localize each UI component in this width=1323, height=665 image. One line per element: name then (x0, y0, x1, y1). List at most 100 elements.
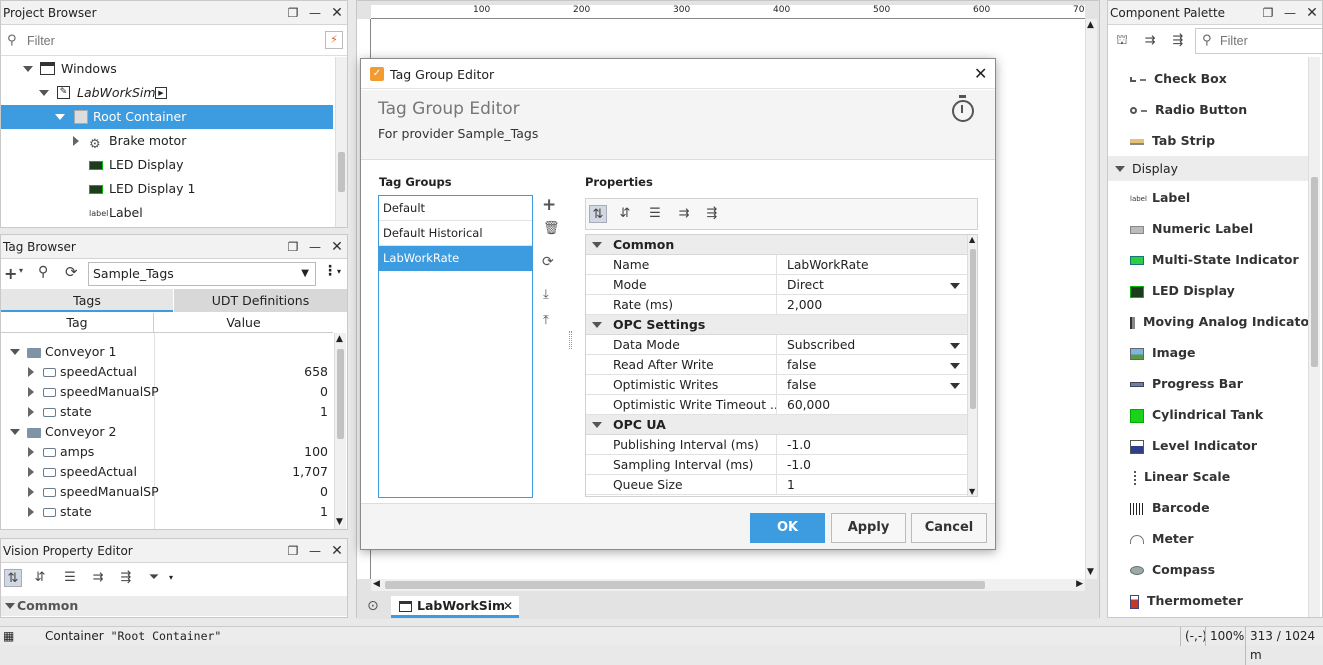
palette-item-thermometer[interactable]: Thermometer (1130, 585, 1243, 616)
scroll-down-icon[interactable]: ▼ (1087, 567, 1094, 577)
project-browser-scrollbar[interactable] (335, 57, 347, 227)
scroll-up-icon[interactable]: ▲ (969, 235, 975, 244)
close-tab-icon[interactable]: ✕ (503, 596, 513, 616)
scroll-right-icon[interactable]: ▶ (1076, 579, 1083, 589)
prop-value-select[interactable]: false (776, 355, 968, 375)
tag-row[interactable]: speedActual 1,707 (1, 462, 332, 482)
tag-group-item-selected[interactable]: LabWorkRate (379, 246, 532, 271)
scroll-thumb[interactable] (338, 152, 345, 192)
prop-publishing-interval[interactable]: Publishing Interval (ms) -1.0 (586, 435, 968, 455)
palette-item-moving-analog-indicator[interactable]: Moving Analog Indicator (1130, 306, 1315, 337)
tag-group-item[interactable]: Default (379, 196, 532, 221)
expand-arrow-icon[interactable] (28, 407, 34, 417)
locate-icon[interactable]: ⚡ (325, 31, 343, 49)
tag-row[interactable]: speedManualSP 0 (1, 482, 332, 502)
tag-row[interactable]: amps 100 (1, 442, 332, 462)
expand-arrow-icon[interactable] (592, 322, 602, 328)
expand-arrow-icon[interactable] (592, 242, 602, 248)
expand-arrow-icon[interactable] (28, 467, 34, 477)
delete-icon[interactable]: 🗑 (543, 221, 560, 236)
tree-item-labworksim[interactable]: ✎ LabWorkSim ▶ (1, 81, 333, 105)
palette-item-barcode[interactable]: Barcode (1130, 492, 1210, 523)
scroll-thumb[interactable] (385, 581, 985, 589)
tag-browser-scrollbar[interactable]: ▲ ▼ (334, 333, 346, 529)
expand-arrow-icon[interactable] (28, 447, 34, 457)
prop-optimistic-write-timeout[interactable]: Optimistic Write Timeout ... 60,000 (586, 395, 968, 415)
filter-input[interactable] (27, 30, 319, 52)
palette-category-display[interactable]: Display (1108, 156, 1308, 181)
palette-item-level-indicator[interactable]: Level Indicator (1130, 430, 1257, 461)
expand-all-icon[interactable]: ⇉ (675, 205, 693, 223)
scroll-left-icon[interactable]: ◀ (373, 579, 380, 589)
expand-arrow-icon[interactable] (28, 367, 34, 377)
scroll-thumb[interactable] (337, 349, 344, 439)
list-view-icon[interactable]: ☰ (61, 569, 79, 587)
tree-item-led-display-1[interactable]: LED Display 1 (1, 177, 333, 201)
palette-item-numeric-label[interactable]: Numeric Label (1130, 213, 1253, 244)
scroll-up-icon[interactable]: ▲ (336, 334, 343, 344)
prop-rate[interactable]: Rate (ms) 2,000 (586, 295, 968, 315)
tree-item-led-display[interactable]: LED Display (1, 153, 333, 177)
tag-row[interactable]: state 1 (1, 402, 332, 422)
prop-queue-size[interactable]: Queue Size 1 (586, 475, 968, 495)
palette-item-compass[interactable]: Compass (1130, 554, 1215, 585)
collapse-all-icon[interactable]: ⇶ (117, 569, 135, 587)
prop-value-select[interactable]: Subscribed (776, 335, 968, 355)
palette-item-linear-scale[interactable]: Linear Scale (1130, 461, 1230, 492)
chevron-down-icon[interactable]: ▾ (169, 573, 173, 582)
prop-read-after-write[interactable]: Read After Write false (586, 355, 968, 375)
sort-category-icon[interactable]: ⇅ (4, 569, 22, 587)
scroll-down-icon[interactable]: ▼ (969, 487, 975, 496)
search-icon[interactable]: ⚲ (38, 264, 48, 280)
prop-value[interactable]: -1.0 (776, 435, 968, 455)
tree-item-root-container[interactable]: Root Container (1, 105, 333, 129)
property-sheet-scrollbar[interactable]: ▲ ▼ (967, 235, 977, 496)
sort-alpha-icon[interactable]: ⇵ (31, 569, 49, 587)
scroll-thumb[interactable] (970, 249, 976, 409)
category-opc-ua[interactable]: OPC UA (586, 415, 968, 435)
expand-arrow-icon[interactable] (39, 90, 49, 96)
expand-all-icon[interactable]: ⇉ (89, 569, 107, 587)
import-icon[interactable]: ⤓ (543, 287, 549, 302)
sort-category-icon[interactable]: ⇅ (589, 205, 607, 223)
palette-item-radio-button[interactable]: Radio Button (1130, 94, 1247, 125)
palette-mode-icon[interactable]: ⛫ (1113, 32, 1131, 50)
palette-scrollbar[interactable] (1308, 57, 1320, 617)
expand-arrow-icon[interactable] (73, 136, 79, 146)
palette-item-led-display[interactable]: LED Display (1130, 275, 1235, 306)
ok-button[interactable]: OK (750, 513, 825, 543)
expand-arrow-icon[interactable] (1115, 166, 1125, 172)
expand-all-icon[interactable]: ⇉ (1141, 32, 1159, 50)
export-icon[interactable]: ⤒ (543, 313, 549, 328)
list-view-icon[interactable]: ☰ (646, 205, 664, 223)
palette-filter[interactable]: ⚲ (1195, 28, 1322, 54)
refresh-icon[interactable]: ⟳ (65, 263, 78, 281)
canvas-vertical-scrollbar[interactable]: ▲ ▼ (1085, 19, 1097, 579)
float-icon[interactable]: ❐ (1262, 6, 1274, 20)
palette-filter-input[interactable] (1220, 32, 1320, 50)
prop-optimistic-writes[interactable]: Optimistic Writes false (586, 375, 968, 395)
tag-row[interactable]: speedActual 658 (1, 362, 332, 382)
prop-data-mode[interactable]: Data Mode Subscribed (586, 335, 968, 355)
window-settings-icon[interactable]: ⊙ (367, 598, 379, 614)
canvas-horizontal-scrollbar[interactable]: ◀ ▶ (371, 579, 1085, 591)
expand-arrow-icon[interactable] (55, 114, 65, 120)
tag-group-item[interactable]: Default Historical (379, 221, 532, 246)
close-icon[interactable]: ✕ (331, 543, 343, 559)
minimize-icon[interactable]: — (309, 544, 321, 558)
scroll-thumb[interactable] (1311, 177, 1318, 367)
expand-arrow-icon[interactable] (592, 422, 602, 428)
tag-tab-tags[interactable]: Tags (1, 289, 173, 312)
collapse-all-icon[interactable]: ⇶ (703, 205, 721, 223)
palette-item-cylindrical-tank[interactable]: Cylindrical Tank (1130, 399, 1263, 430)
close-icon[interactable]: ✕ (1306, 5, 1318, 21)
minimize-icon[interactable]: — (309, 240, 321, 254)
add-dropdown-icon[interactable]: ▾ (19, 266, 23, 275)
expand-arrow-icon[interactable] (23, 66, 33, 72)
prop-value[interactable]: LabWorkRate (776, 255, 968, 275)
collapse-all-icon[interactable]: ⇶ (1169, 32, 1187, 50)
prop-name[interactable]: Name LabWorkRate (586, 255, 968, 275)
prop-value-select[interactable]: false (776, 375, 968, 395)
scroll-up-icon[interactable]: ▲ (1087, 20, 1094, 30)
chevron-down-icon[interactable]: ▾ (337, 267, 341, 276)
